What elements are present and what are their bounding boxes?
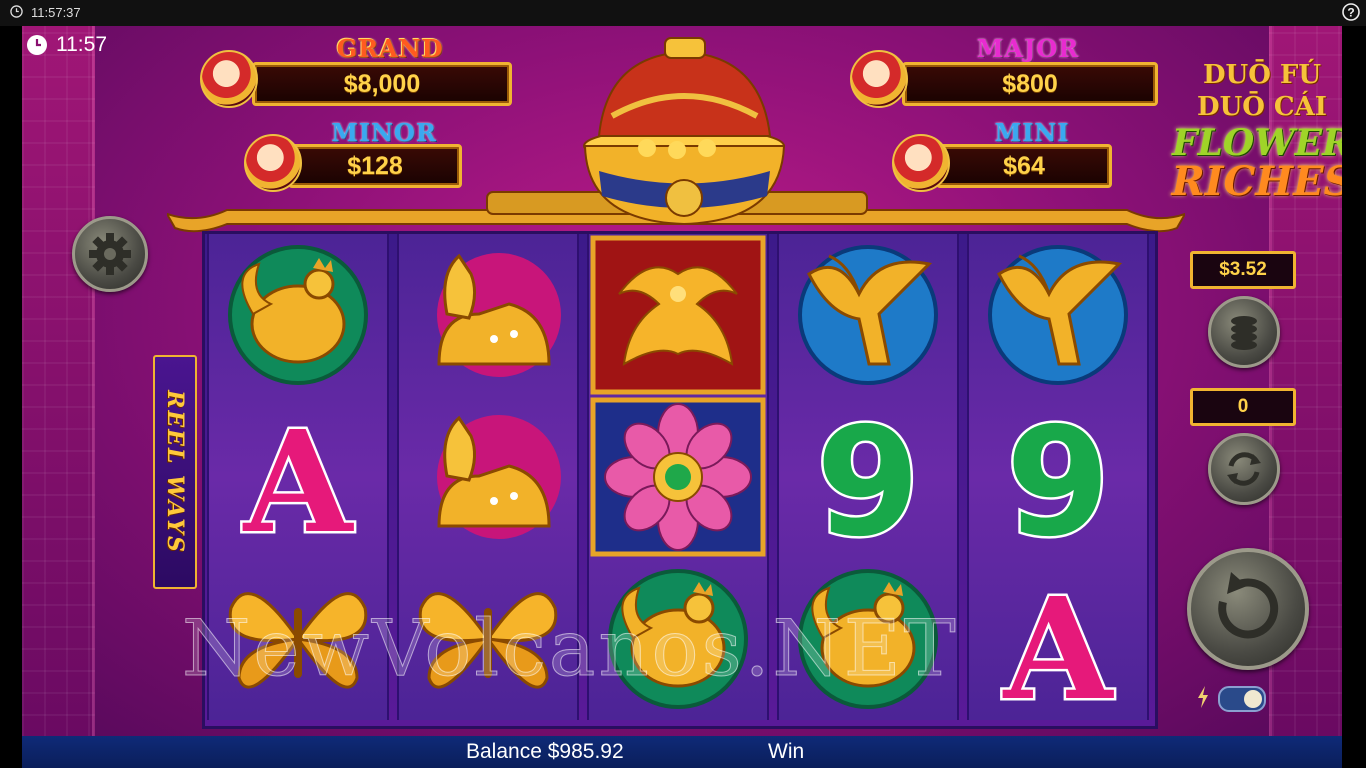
svg-text:A: A <box>242 401 355 558</box>
jackpot-major-value: $800 <box>902 62 1158 106</box>
symbol-lotus <box>589 396 767 558</box>
game-clock-time: 11:57 <box>56 33 107 56</box>
symbol-nine: 9 <box>779 396 957 558</box>
symbol-crane <box>779 234 957 396</box>
reel-ways-text: REEL WAYS <box>162 390 188 554</box>
bet-amount-display: $3.52 <box>1190 251 1296 289</box>
logo-line-1: DUŌ FÚ <box>1202 60 1322 90</box>
balance-text: Balance $985.92 <box>466 740 624 763</box>
svg-text:9: 9 <box>816 396 920 558</box>
jackpot-grand-avatar <box>200 50 258 108</box>
logo-line-2: DUŌ CÁI <box>1197 92 1327 122</box>
jackpot-minor-avatar <box>244 134 302 192</box>
clock-icon <box>10 5 23 18</box>
jackpot-grand: GRAND $8,000 <box>200 32 520 122</box>
autoplay-icon <box>1227 452 1261 486</box>
jackpot-major-label: MAJOR <box>976 34 1080 63</box>
help-icon[interactable]: ? <box>1342 3 1360 21</box>
win-label: Win <box>768 740 805 763</box>
jackpot-mini-avatar <box>892 134 950 192</box>
bet-selector-button[interactable] <box>1208 296 1280 368</box>
game-clock: 11:57 <box>24 30 114 60</box>
status-bar: Balance $985.92 Win <box>22 736 1342 768</box>
turbo-toggle[interactable] <box>1218 686 1266 712</box>
watermark: NewVolcanos.NET <box>182 604 959 695</box>
symbol-nine: 9 <box>969 396 1147 558</box>
spin-button[interactable] <box>1187 548 1309 670</box>
turbo-toggle-knob <box>1244 690 1262 708</box>
jackpot-major: MAJOR $800 <box>848 32 1168 122</box>
reel-ways-badge: REEL WAYS <box>153 355 197 589</box>
autoplay-button[interactable] <box>1208 433 1280 505</box>
game-logo: DUŌ FÚ DUŌ CÁI FLOWER RICHES <box>1164 58 1342 205</box>
turbo-icon <box>1198 686 1208 708</box>
jackpot-major-avatar <box>850 50 908 108</box>
svg-text:?: ? <box>1347 6 1354 20</box>
spin-icon <box>1218 572 1279 639</box>
treasure-bowl <box>583 37 786 226</box>
jackpot-mini: MINI $64 <box>892 118 1122 198</box>
symbol-ace: A <box>209 396 387 559</box>
coins-icon <box>1231 316 1257 350</box>
symbol-rooster <box>209 234 387 396</box>
symbol-deer <box>399 396 577 558</box>
jackpot-mini-label: MINI <box>994 118 1070 147</box>
jackpot-minor-value: $128 <box>288 144 462 188</box>
jackpot-minor: MINOR $128 <box>244 118 474 198</box>
game-stage: GRAND $8,000 MINOR $128 MAJOR $800 MINI … <box>22 26 1342 738</box>
settings-button[interactable] <box>72 216 148 292</box>
logo-line-4: RICHES <box>1171 158 1342 205</box>
clock-icon <box>27 35 47 55</box>
jackpot-grand-label: GRAND <box>336 34 444 63</box>
symbol-crane <box>969 234 1147 396</box>
svg-text:9: 9 <box>1006 396 1110 558</box>
symbol-deer <box>399 234 577 396</box>
jackpot-minor-label: MINOR <box>331 118 437 147</box>
jackpot-grand-value: $8,000 <box>252 62 512 106</box>
left-border-pattern <box>22 26 95 738</box>
symbol-phoenix <box>589 234 767 396</box>
system-time: 11:57:37 <box>31 5 81 20</box>
gear-icon <box>89 233 131 275</box>
autoplay-count-display: 0 <box>1190 388 1296 426</box>
jackpot-mini-value: $64 <box>936 144 1112 188</box>
system-bar: 11:57:37 ? <box>0 0 1366 26</box>
